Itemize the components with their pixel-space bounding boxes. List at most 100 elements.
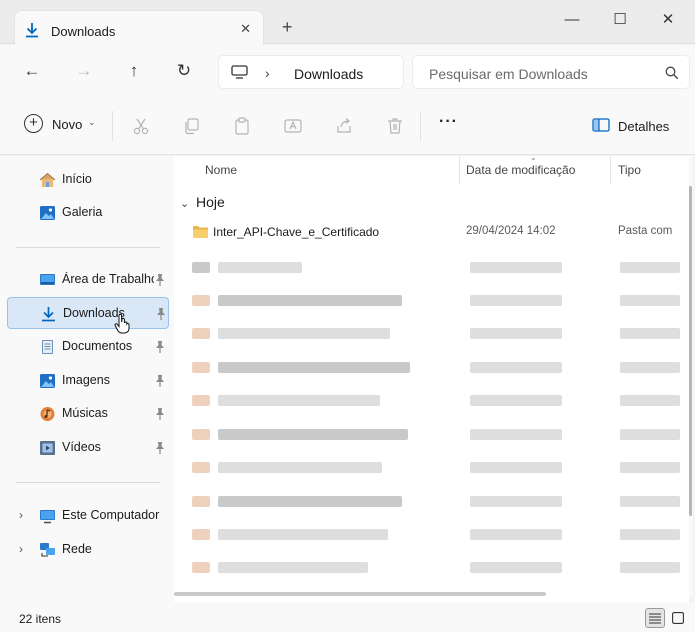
column-divider[interactable] [459,156,460,184]
sidebar-item-desktop[interactable]: Área de Trabalho [7,264,169,296]
sidebar-item-documents[interactable]: Documentos [7,331,169,363]
forward-button[interactable]: → [72,59,96,83]
obscured-name [218,462,382,473]
list-item-obscured[interactable] [174,451,689,484]
column-header-name[interactable]: Nome [205,163,237,191]
obscured-name [218,529,388,540]
vertical-scrollbar[interactable] [689,156,693,596]
obscured-date [470,395,562,406]
up-button[interactable]: ↑ [122,59,146,83]
tab-title: Downloads [51,24,116,39]
sidebar-item-this-pc[interactable]: › Este Computador [7,500,169,532]
horizontal-scrollbar[interactable] [174,592,546,596]
details-view-button[interactable] [645,608,665,628]
obscured-date [470,295,562,306]
obscured-date [470,562,562,573]
new-button-label: Novo [52,117,83,132]
list-item-obscured[interactable] [174,551,689,584]
column-header-type[interactable]: Tipo [618,163,641,191]
list-item-obscured[interactable] [174,418,689,451]
pin-icon [156,341,164,353]
sidebar-item-gallery[interactable]: Galeria [7,197,169,229]
list-item-obscured[interactable] [174,351,689,384]
breadcrumb-downloads[interactable]: Downloads [294,66,363,82]
maximize-button[interactable]: ☐ [600,8,640,32]
tiles-view-button[interactable] [668,608,688,628]
sidebar-item-music[interactable]: Músicas [7,398,169,430]
navigation-bar: ← → ↑ ↻ › Downloads Pesquisar em Downloa… [0,45,695,97]
new-tab-button[interactable]: + [282,18,293,36]
chevron-right-icon[interactable]: › [19,508,23,522]
copy-icon[interactable] [183,117,201,135]
column-header-date[interactable]: Data de modificação [466,163,575,191]
chevron-down-icon: ⌄ [88,117,96,127]
chevron-right-icon[interactable]: › [19,542,23,556]
sidebar-item-home[interactable]: Início [7,164,169,196]
delete-icon[interactable] [386,117,404,135]
close-tab-button[interactable]: ✕ [240,21,251,37]
item-count: 22 itens [19,612,62,626]
sidebar-item-label: Downloads [63,306,125,320]
navigation-pane: Início Galeria Área de Trabalho Download… [0,156,174,602]
list-item-obscured[interactable] [174,485,689,518]
column-divider[interactable] [610,156,611,184]
obscured-icon [192,262,210,273]
chevron-down-icon[interactable]: ⌄ [180,197,189,210]
obscured-date [470,328,562,339]
command-bar: + Novo ⌄ ··· Detalhes [0,97,695,155]
refresh-button[interactable]: ↻ [172,59,196,83]
list-item-obscured[interactable] [174,317,689,350]
sidebar-item-label: Vídeos [62,440,101,454]
more-options-button[interactable]: ··· [439,113,458,131]
sidebar-item-label: Imagens [62,373,110,387]
obscured-icon [192,328,210,339]
cut-icon[interactable] [132,117,150,135]
title-bar: Downloads ✕ + — ☐ ✕ [0,0,695,46]
search-box[interactable]: Pesquisar em Downloads [412,55,690,89]
sidebar-item-label: Rede [62,542,92,556]
group-header-today[interactable]: Hoje [196,194,225,210]
rename-icon[interactable] [284,117,302,135]
minimize-button[interactable]: — [552,8,592,32]
scrollbar-thumb[interactable] [689,186,692,516]
sidebar-item-videos[interactable]: Vídeos [7,432,169,464]
sidebar-item-label: Músicas [62,406,108,420]
pin-icon [157,308,165,320]
obscured-type [620,395,680,406]
list-item-obscured[interactable] [174,384,689,417]
obscured-type [620,295,680,306]
paste-icon[interactable] [233,117,251,135]
list-item[interactable]: Inter_API-Chave_e_Certificado 29/04/2024… [174,215,689,248]
sidebar-item-label: Início [62,172,92,186]
sort-caret-icon: ⌄ [530,156,537,162]
file-name: Inter_API-Chave_e_Certificado [213,225,380,239]
list-item-obscured[interactable] [174,251,689,284]
downloads-icon [42,307,55,322]
obscured-date [470,362,562,373]
sidebar-item-downloads[interactable]: Downloads [7,297,169,334]
tab-downloads[interactable]: Downloads ✕ [14,10,264,46]
obscured-icon [192,496,210,507]
close-window-button[interactable]: ✕ [648,8,688,32]
obscured-type [620,328,680,339]
obscured-name [218,429,408,440]
desktop-icon [40,274,55,285]
music-icon [40,407,55,421]
file-date: 29/04/2024 14:02 [466,225,556,237]
list-item-obscured[interactable] [174,284,689,317]
back-button[interactable]: ← [20,59,44,83]
obscured-icon [192,429,210,440]
address-bar[interactable]: › Downloads [218,55,404,89]
share-icon[interactable] [335,117,353,135]
toolbar-divider [420,111,421,141]
file-list: Nome ⌄ Data de modificação Tipo ⌄ Hoje I… [174,156,689,602]
sidebar-item-pictures[interactable]: Imagens [7,365,169,397]
home-icon [39,172,56,187]
sidebar-item-network[interactable]: › Rede [7,534,169,566]
search-input[interactable]: Pesquisar em Downloads [429,66,588,82]
obscured-icon [192,362,210,373]
list-item-obscured[interactable] [174,518,689,551]
pin-icon [156,274,164,286]
list-view-icon [649,613,661,624]
obscured-name [218,295,402,306]
